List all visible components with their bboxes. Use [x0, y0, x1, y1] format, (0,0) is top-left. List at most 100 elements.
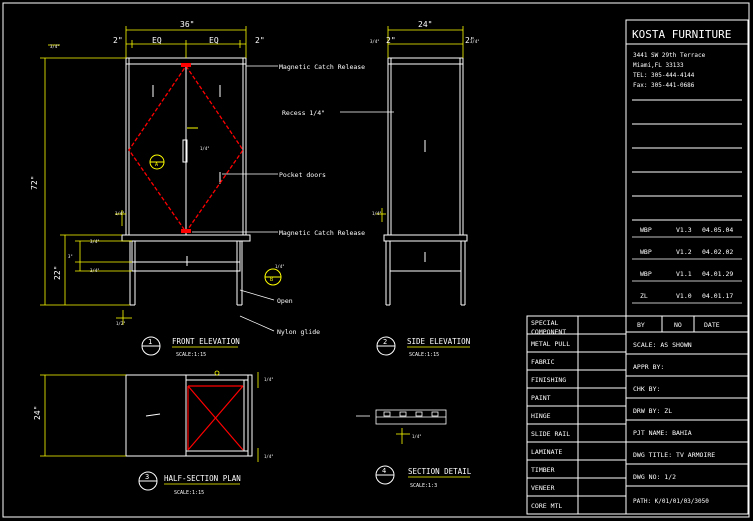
svg-text:1/4": 1/4" — [115, 211, 125, 216]
revision-date: 04.01.17 — [702, 292, 733, 300]
company-tel: TEL: 305-444-4144 — [633, 72, 695, 79]
rev-header-by: BY — [637, 321, 645, 329]
revision-by: WBP — [640, 226, 652, 234]
callout-catch-bottom: Magnetic Catch Release — [279, 229, 365, 237]
half-plan-title: HALF-SECTION PLAN — [164, 474, 241, 483]
view-title-side: 2 SIDE ELEVATION SCALE:1:15 — [376, 336, 470, 358]
tb-drw: DRW BY: ZL — [633, 407, 672, 415]
svg-text:3/4": 3/4" — [90, 239, 100, 244]
callout-pocket: Pocket doors — [279, 171, 326, 179]
section-detail — [356, 409, 447, 425]
sheet-border — [2, 2, 750, 518]
callout-leaders — [192, 65, 394, 332]
spec-item-label: FINISHING — [531, 376, 566, 384]
left-2-dim: 2" — [113, 36, 123, 45]
svg-text:3/4": 3/4" — [90, 268, 100, 273]
section-detail-scale: SCALE:1:3 — [410, 483, 437, 489]
spec-item-label: LAMINATE — [531, 448, 562, 456]
side-elevation-title: SIDE ELEVATION — [407, 337, 470, 346]
spec-item-label: COMPONENT — [531, 328, 566, 336]
svg-text:A: A — [155, 162, 158, 168]
half-plan-door-swing — [187, 385, 244, 451]
callout-catch-top: Magnetic Catch Release — [279, 63, 365, 71]
spec-item-label: SPECIAL — [531, 319, 558, 327]
height-dim: 72" — [30, 176, 39, 190]
rev-header-no: NO — [674, 321, 682, 329]
svg-text:3": 3" — [68, 254, 73, 259]
revision-by: WBP — [640, 270, 652, 278]
cad-drawing-sheet: A B 36" EQ EQ 2" 2" 72" 22" 3/4" 1/4" 1/… — [2, 2, 750, 518]
tb-project: PJT NAME: BAHIA — [633, 429, 692, 437]
tb-chk: CHK BY: — [633, 385, 660, 393]
svg-text:1/4": 1/4" — [412, 434, 422, 439]
side-elevation-scale: SCALE:1:15 — [409, 352, 439, 358]
svg-text:3/4": 3/4" — [50, 44, 60, 49]
view-title-front: 1 FRONT ELEVATION SCALE:1:15 — [141, 336, 240, 358]
svg-text:3: 3 — [145, 473, 149, 481]
tb-dwg-title: DWG TITLE: TV ARMOIRE — [633, 451, 715, 459]
half-plan-scale: SCALE:1:15 — [174, 490, 204, 496]
view-title-detail: 4 SECTION DETAIL SCALE:1:3 — [375, 465, 472, 489]
front-elevation-title: FRONT ELEVATION — [172, 337, 240, 346]
view-title-half: 3 HALF-SECTION PLAN SCALE:1:15 — [138, 471, 241, 496]
front-width-dim: 36" — [180, 20, 194, 29]
title-block — [625, 19, 749, 515]
company-fax: Fax: 305-441-0686 — [633, 82, 695, 89]
company-address1: 3441 SW 29th Terrace — [633, 52, 706, 59]
svg-text:2: 2 — [383, 338, 387, 346]
side-2a-dim: 2" — [386, 36, 396, 45]
svg-text:B: B — [270, 277, 273, 283]
revision-date: 04.02.02 — [702, 248, 733, 256]
spec-item-label: METAL PULL — [531, 340, 570, 348]
revision-no: V1.0 — [676, 292, 692, 300]
svg-text:1: 1 — [148, 338, 152, 346]
revision-no: V1.1 — [676, 270, 692, 278]
callout-open: Open — [277, 297, 293, 305]
callout-nylon: Nylon glide — [277, 328, 320, 336]
tb-dwg-no: DWG NO: 1/2 — [633, 473, 676, 481]
lower-22-dim: 22" — [53, 266, 62, 280]
revision-rows: WBP V1.3 04.05.04 WBP V1.2 04.02.02 WBP V1.1 04.… — [632, 226, 742, 304]
side-elevation — [383, 57, 468, 306]
company-address2: Miami,FL 33133 — [633, 62, 684, 69]
spec-item-label: FABRIC — [531, 358, 555, 366]
section-detail-dims — [396, 428, 410, 444]
half-plan-dims — [40, 370, 259, 462]
spec-item-label: HINGE — [531, 412, 551, 420]
revision-by: WBP — [640, 248, 652, 256]
svg-text:1/4": 1/4" — [275, 264, 285, 269]
svg-text:3/4": 3/4" — [470, 39, 480, 44]
tb-scale: SCALE: AS SHOWN — [633, 341, 692, 349]
front-elevation — [121, 57, 251, 306]
svg-text:3/4": 3/4" — [370, 39, 380, 44]
revision-by: ZL — [640, 292, 648, 300]
front-elevation-scale: SCALE:1:15 — [176, 352, 206, 358]
revision-date: 04.05.04 — [702, 226, 733, 234]
tb-path: PATH: K/01/01/03/3050 — [633, 498, 709, 505]
svg-text:1/4": 1/4" — [264, 377, 274, 382]
revision-no: V1.2 — [676, 248, 692, 256]
revision-no: V1.3 — [676, 226, 692, 234]
front-dimensions — [40, 26, 247, 325]
svg-text:1/4": 1/4" — [372, 211, 382, 216]
spec-item-label: SLIDE RAIL — [531, 430, 570, 438]
spec-item-label: PAINT — [531, 394, 551, 402]
side-dimensions — [376, 26, 464, 222]
eq-right: EQ — [209, 36, 219, 45]
svg-text:1/4": 1/4" — [264, 454, 274, 459]
spec-item-label: VENEER — [531, 484, 555, 492]
rev-header-date: DATE — [704, 321, 720, 329]
spec-rows: SPECIALCOMPONENT METAL PULL FABRIC FINISHIN… — [527, 319, 626, 510]
callout-recess: Recess 1/4" — [282, 109, 325, 117]
section-markers-front — [149, 127, 282, 286]
company-name: KOSTA FURNITURE — [632, 28, 731, 41]
half-plan-24-dim: 24" — [33, 406, 42, 420]
svg-text:1/4": 1/4" — [200, 146, 210, 151]
section-detail-title: SECTION DETAIL — [408, 467, 472, 476]
right-2-dim: 2" — [255, 36, 265, 45]
revision-date: 04.01.29 — [702, 270, 733, 278]
eq-left: EQ — [152, 36, 162, 45]
svg-text:4: 4 — [382, 467, 386, 475]
spec-item-label: CORE MTL — [531, 502, 562, 510]
spec-item-label: TIMBER — [531, 466, 555, 474]
